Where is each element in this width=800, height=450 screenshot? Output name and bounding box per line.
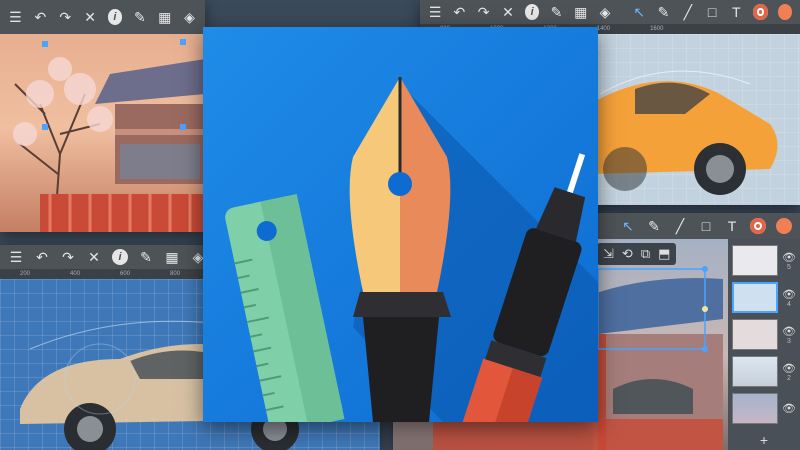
stroke-color-swatch[interactable]: [753, 4, 768, 20]
ruler-icon[interactable]: ✎: [132, 9, 147, 25]
visibility-eye-icon[interactable]: 👁: [782, 402, 796, 415]
visibility-eye-icon[interactable]: 👁: [782, 288, 796, 301]
line-tool-icon[interactable]: ╱: [681, 4, 695, 20]
layer-item-selected[interactable]: 👁 4: [732, 282, 796, 313]
layer-item[interactable]: 👁 3: [732, 319, 796, 350]
app-icon: [203, 27, 598, 445]
menu-icon[interactable]: ☰: [8, 9, 23, 25]
menu-icon[interactable]: ☰: [8, 249, 24, 265]
ruler-tick: 1400: [596, 26, 611, 32]
info-icon[interactable]: i: [525, 4, 540, 20]
layer-number: 4: [787, 300, 791, 308]
pointer-icon[interactable]: ↖: [632, 4, 646, 20]
stroke-color-swatch[interactable]: [750, 218, 766, 234]
ruler-tick: 1600: [650, 26, 664, 32]
pointer-icon[interactable]: ↖: [620, 218, 636, 234]
layer-item[interactable]: 👁 5: [732, 245, 796, 276]
transform-icon[interactable]: ⇲: [603, 246, 614, 262]
app-screenshot: { "toolbar_icons": ["menu-icon","undo-ic…: [0, 0, 800, 450]
flip-icon[interactable]: ⬒: [658, 246, 670, 262]
layer-item[interactable]: 👁: [732, 393, 796, 424]
add-layer-button[interactable]: +: [732, 432, 796, 448]
app-icon-artwork: [225, 77, 598, 445]
pen-tool-icon[interactable]: ✎: [656, 4, 670, 20]
fill-color-swatch[interactable]: [777, 4, 792, 20]
layers-panel: 👁 5 👁 4 👁 3 👁 2 👁 +: [728, 239, 800, 450]
undo-icon[interactable]: ↶: [452, 4, 466, 20]
line-tool-icon[interactable]: ╱: [672, 218, 688, 234]
rectangle-tool-icon[interactable]: □: [698, 218, 714, 234]
close-icon[interactable]: ✕: [86, 249, 102, 265]
toolbar: ☰ ↶ ↷ ✕ i ✎ ▦ ◈ ↖ ✎ ╱ □ T: [420, 0, 800, 24]
redo-icon[interactable]: ↷: [477, 4, 491, 20]
window-temple-sunset: ☰ ↶ ↷ ✕ i ✎ ▦ ◈: [0, 0, 205, 232]
close-icon[interactable]: ✕: [83, 9, 98, 25]
toolbar: ☰ ↶ ↷ ✕ i ✎ ▦ ◈: [0, 0, 205, 34]
layer-thumbnail: [732, 356, 778, 387]
text-tool-icon[interactable]: T: [724, 218, 740, 234]
ruler-tick: 400: [70, 271, 81, 277]
layer-number: 2: [787, 374, 791, 382]
layer-thumbnail: [732, 393, 778, 424]
layers-icon[interactable]: ◈: [598, 4, 612, 20]
grid-icon[interactable]: ▦: [574, 4, 588, 20]
crop-icon[interactable]: ⧉: [641, 246, 650, 262]
visibility-eye-icon[interactable]: 👁: [782, 251, 796, 264]
grid-icon[interactable]: ▦: [157, 9, 172, 25]
ruler-tick: 600: [120, 271, 131, 277]
temple-drawing: [13, 39, 205, 232]
redo-icon[interactable]: ↷: [60, 249, 76, 265]
layer-item[interactable]: 👁 2: [732, 356, 796, 387]
text-tool-icon[interactable]: T: [729, 4, 743, 20]
visibility-eye-icon[interactable]: 👁: [782, 325, 796, 338]
layer-number: 3: [787, 337, 791, 345]
redo-icon[interactable]: ↷: [58, 9, 73, 25]
close-icon[interactable]: ✕: [501, 4, 515, 20]
info-icon[interactable]: i: [112, 249, 128, 265]
undo-icon[interactable]: ↶: [34, 249, 50, 265]
rectangle-tool-icon[interactable]: □: [705, 4, 719, 20]
pen-tool-icon[interactable]: ✎: [646, 218, 662, 234]
layer-number: 5: [787, 263, 791, 271]
menu-icon[interactable]: ☰: [428, 4, 442, 20]
layer-thumbnail: [732, 282, 778, 313]
rotate-icon[interactable]: ⟲: [622, 246, 633, 262]
info-icon[interactable]: i: [107, 9, 123, 25]
ruler-tick: 800: [170, 271, 181, 277]
ruler-graphic: [225, 193, 345, 433]
undo-icon[interactable]: ↶: [33, 9, 48, 25]
visibility-eye-icon[interactable]: 👁: [782, 362, 796, 375]
ruler-icon[interactable]: ✎: [138, 249, 154, 265]
ruler-tick: 200: [20, 271, 31, 277]
grid-icon[interactable]: ▦: [164, 249, 180, 265]
layers-icon[interactable]: ◈: [182, 9, 197, 25]
layer-thumbnail: [732, 245, 778, 276]
layer-thumbnail: [732, 319, 778, 350]
selection-toolbar: ⇲ ⟲ ⧉ ⬒: [597, 243, 677, 265]
fill-color-swatch[interactable]: [776, 218, 792, 234]
ruler-icon[interactable]: ✎: [549, 4, 563, 20]
